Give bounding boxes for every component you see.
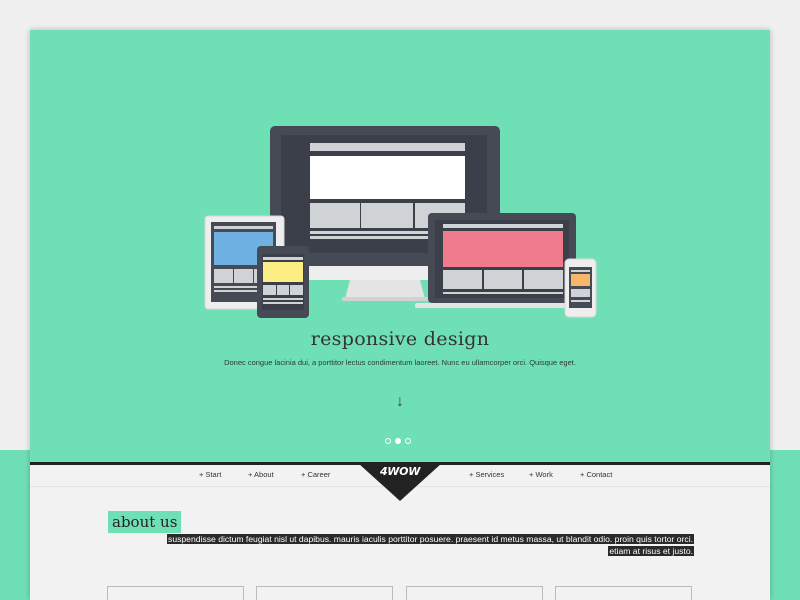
laptop-icon [415, 213, 589, 308]
slider-dot-2[interactable] [395, 438, 401, 444]
content-box-3 [406, 586, 543, 600]
about-heading: about us [108, 511, 182, 533]
phone-icon [564, 258, 597, 318]
arrow-down-icon[interactable]: ↓ [390, 392, 410, 412]
nav-item-contact[interactable]: + Contact [580, 470, 612, 479]
nav-item-services[interactable]: + Services [469, 470, 504, 479]
nav-item-career[interactable]: + Career [301, 470, 330, 479]
nav-item-start[interactable]: + Start [199, 470, 221, 479]
slider-pagination [385, 438, 415, 446]
logo-badge: 4WOW [358, 463, 442, 503]
hero-slider: responsive design Donec congue lacinia d… [30, 30, 770, 463]
hero-title: responsive design [310, 328, 490, 350]
site-logo[interactable]: 4WOW [358, 465, 442, 478]
content-box-4 [555, 586, 692, 600]
hero-description: Donec congue lacinia dui, a porttitor le… [224, 358, 576, 367]
page: responsive design Donec congue lacinia d… [30, 30, 770, 600]
about-paragraph: suspendisse dictum feugiat nisl ut dapib… [167, 534, 694, 556]
small-tablet-icon [257, 246, 309, 318]
slider-dot-3[interactable] [405, 438, 411, 444]
responsive-devices-illustration [204, 126, 597, 318]
slider-dot-1[interactable] [385, 438, 391, 444]
nav-item-about[interactable]: + About [248, 470, 274, 479]
about-text: suspendisse dictum feugiat nisl ut dapib… [157, 534, 694, 557]
content-box-2 [256, 586, 393, 600]
nav-item-work[interactable]: + Work [529, 470, 553, 479]
content-box-1 [107, 586, 244, 600]
